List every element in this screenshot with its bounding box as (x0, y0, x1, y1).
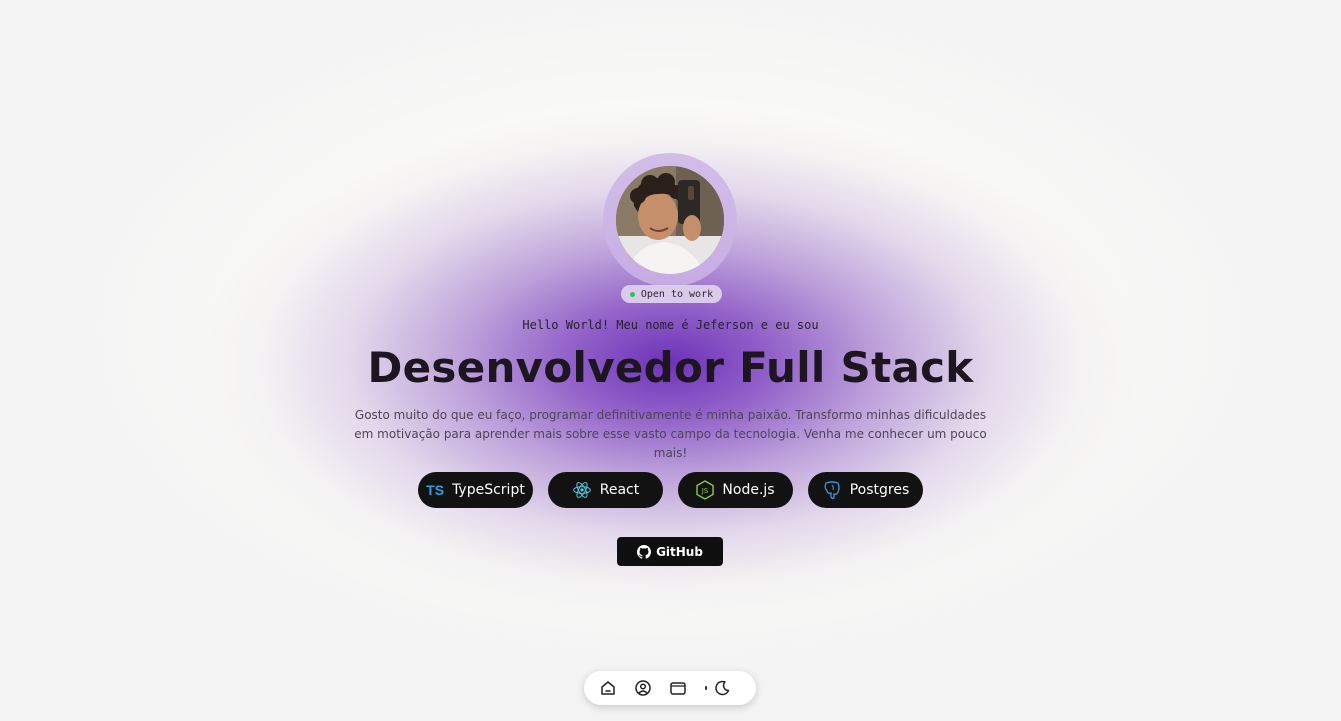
dock-about[interactable] (632, 677, 654, 699)
nodejs-icon: JS (696, 480, 715, 500)
postgres-icon (822, 480, 842, 500)
svg-text:JS: JS (701, 487, 709, 495)
github-label: GitHub (656, 544, 703, 559)
tech-label: React (599, 482, 640, 498)
avatar-photo (616, 166, 724, 274)
moon-icon (715, 680, 730, 696)
dock-theme-toggle[interactable] (711, 677, 733, 699)
github-icon (637, 544, 652, 559)
greeting-text: Hello World! Meu nome é Jeferson e eu so… (522, 318, 819, 332)
folder-icon (670, 682, 686, 695)
react-icon (572, 480, 592, 500)
status-dot-icon (629, 291, 635, 297)
tech-label: Postgres (849, 482, 910, 498)
tech-badge-react[interactable]: React (548, 472, 663, 508)
status-badge: Open to work (621, 285, 722, 303)
tech-badge-postgres[interactable]: Postgres (808, 472, 923, 508)
bottom-dock (584, 671, 756, 705)
dock-separator (705, 686, 707, 690)
tech-label: Node.js (722, 482, 775, 498)
user-icon (635, 680, 651, 696)
page-title: Desenvolvedor Full Stack (367, 343, 974, 392)
avatar (616, 166, 724, 274)
tech-label: TypeScript (452, 482, 525, 498)
tech-badge-typescript[interactable]: TS TypeScript (418, 472, 533, 508)
hero-section: Open to work Hello World! Meu nome é Jef… (0, 0, 1341, 721)
home-icon (601, 681, 615, 695)
status-label: Open to work (640, 288, 714, 300)
github-button[interactable]: GitHub (617, 537, 723, 566)
avatar-ring (603, 153, 737, 287)
dock-projects[interactable] (667, 677, 689, 699)
dock-home[interactable] (597, 677, 619, 699)
tech-stack: TS TypeScript React JS Node.js Postgres (418, 472, 923, 508)
tech-badge-nodejs[interactable]: JS Node.js (678, 472, 793, 508)
typescript-icon: TS (426, 482, 445, 498)
hero-description: Gosto muito do que eu faço, programar de… (354, 408, 987, 460)
